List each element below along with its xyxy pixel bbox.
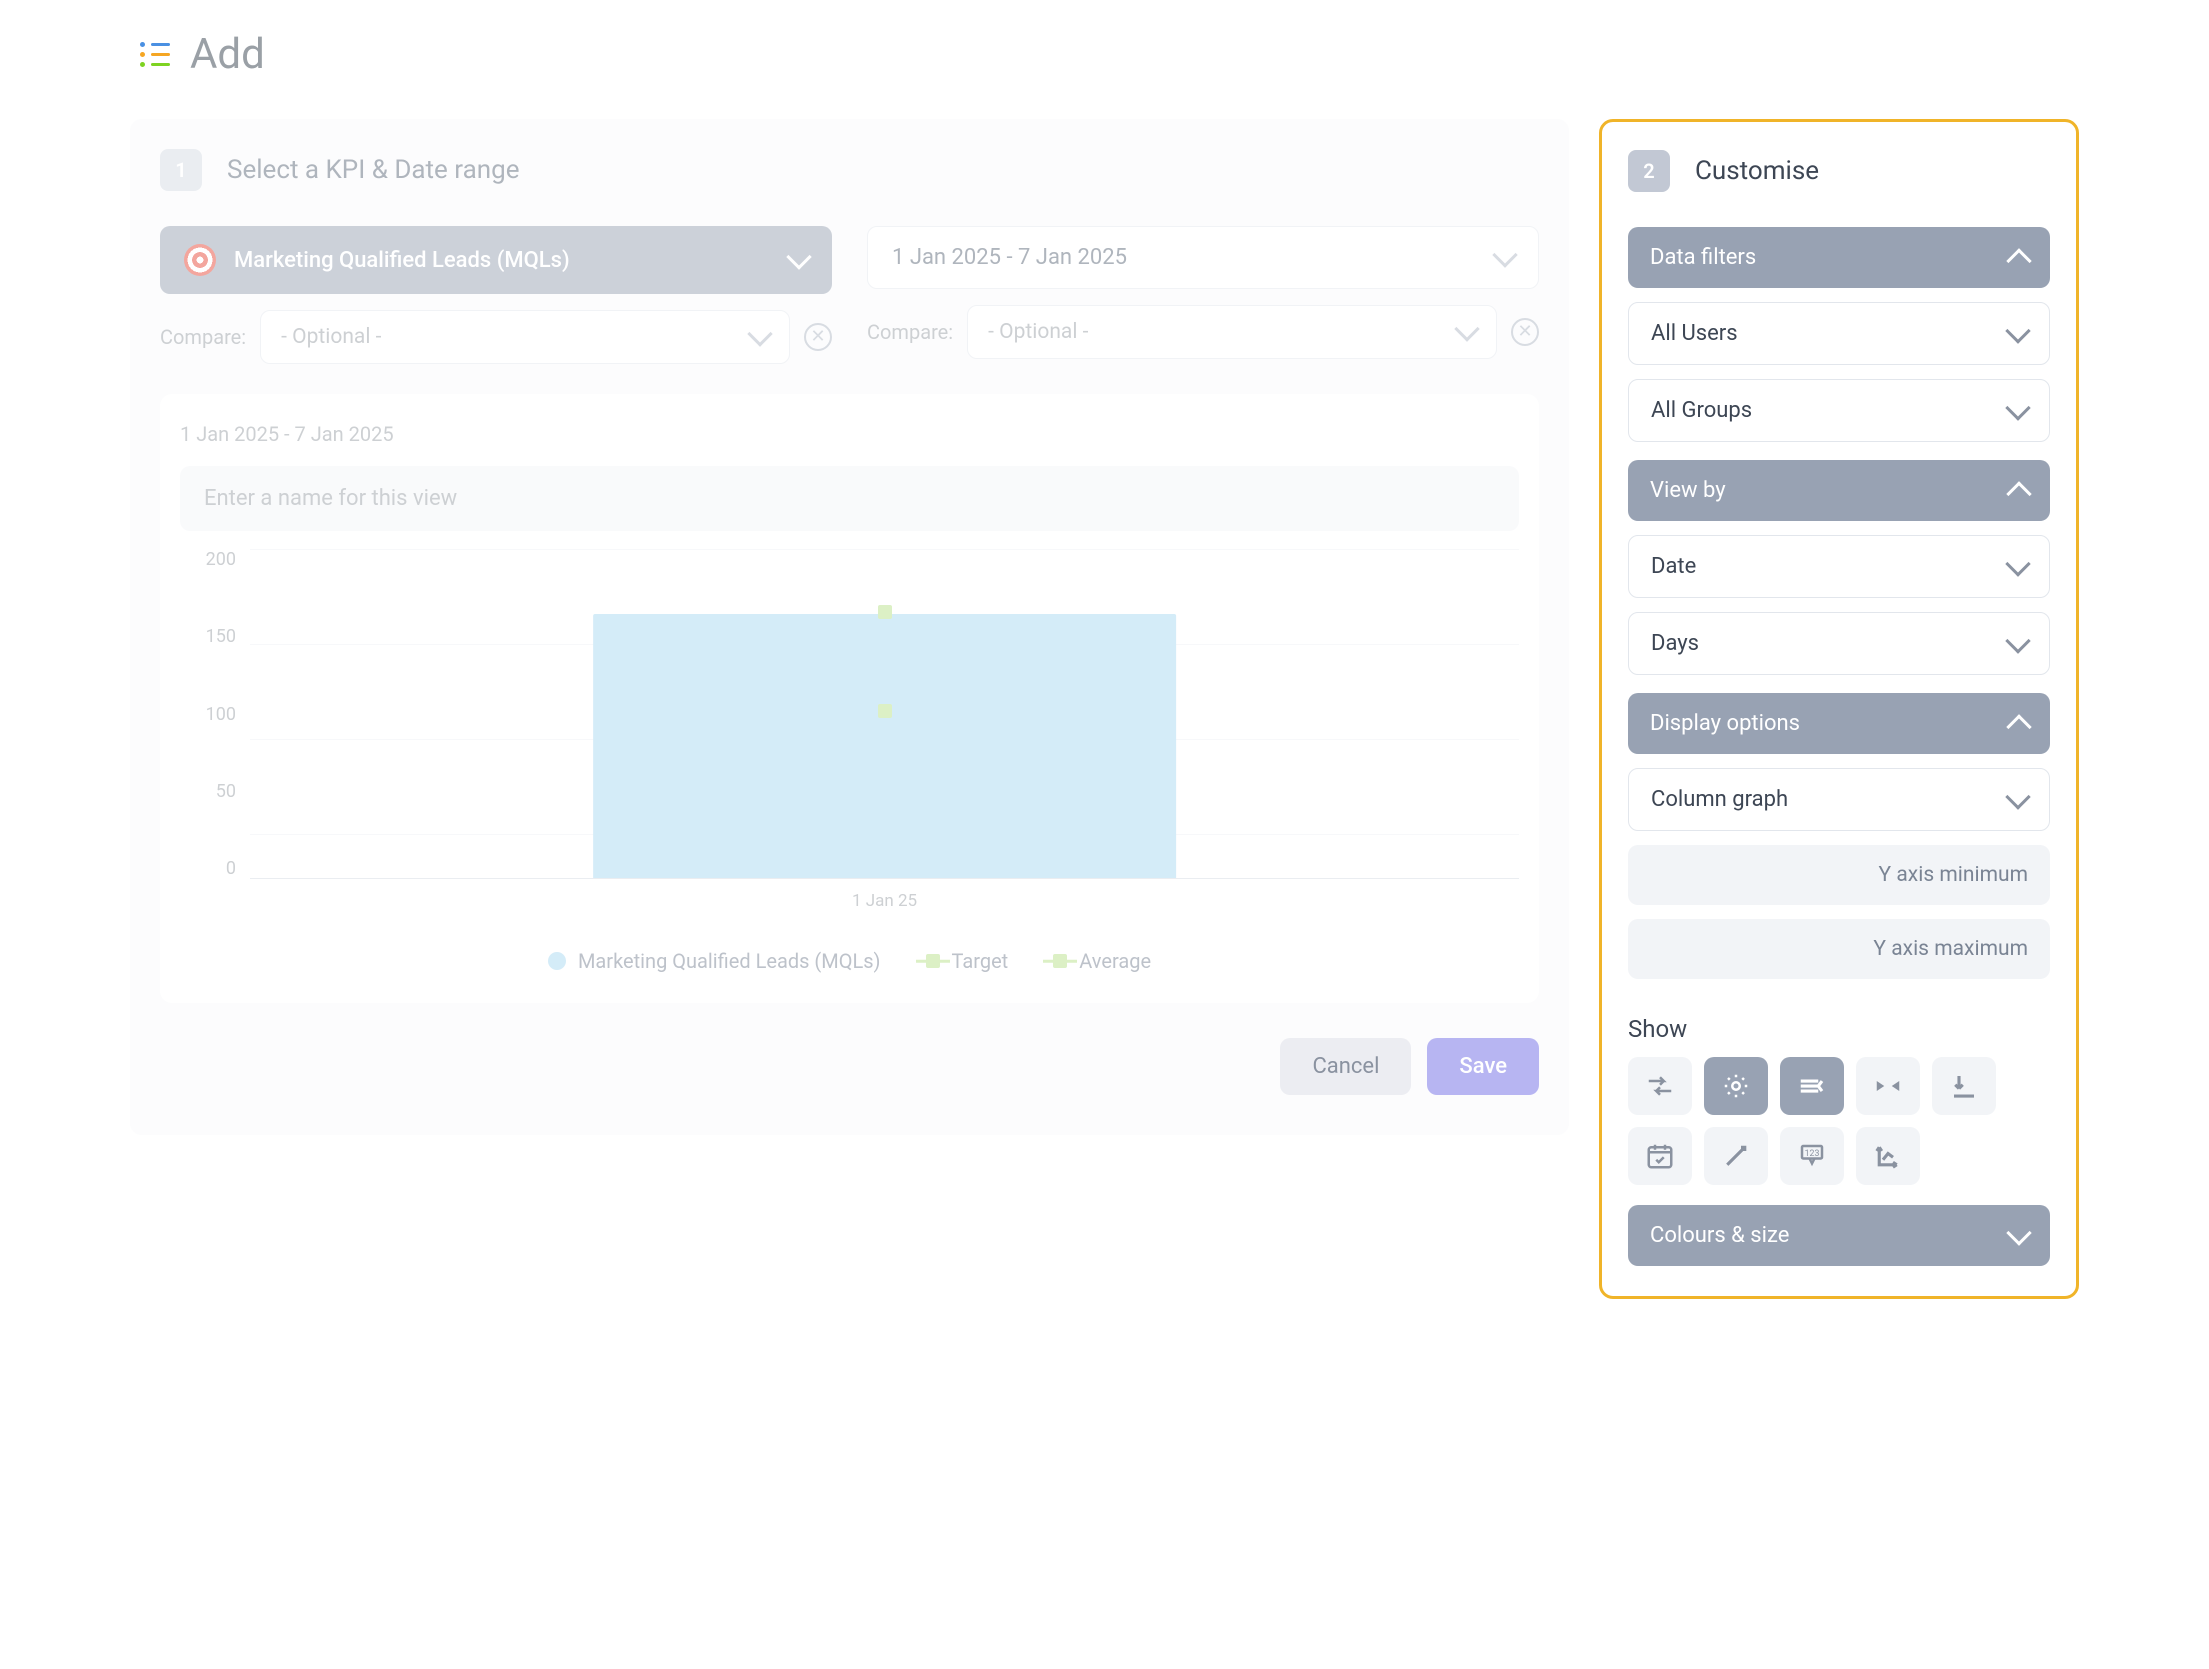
target-icon — [184, 244, 216, 276]
date-range-label: 1 Jan 2025 - 7 Jan 2025 — [892, 245, 1496, 270]
compare-arrows-icon — [1645, 1071, 1675, 1101]
kpi-select-label: Marketing Qualified Leads (MQLs) — [234, 248, 772, 273]
show-date-toggle[interactable] — [1628, 1127, 1692, 1185]
legend-swatch-icon — [926, 954, 940, 968]
axes-icon — [1873, 1141, 1903, 1171]
chevron-down-icon — [747, 321, 772, 346]
chart-date-range: 1 Jan 2025 - 7 Jan 2025 — [180, 422, 1519, 446]
display-options-header[interactable]: Display options — [1628, 693, 2050, 754]
chevron-down-icon — [2005, 628, 2030, 653]
chevron-down-icon — [2005, 318, 2030, 343]
chevron-up-icon — [2006, 248, 2031, 273]
legend-swatch-icon — [548, 952, 566, 970]
y-tick: 100 — [206, 704, 236, 725]
clear-compare-date-button[interactable]: ✕ — [1511, 318, 1539, 346]
data-filters-header[interactable]: Data filters — [1628, 227, 2050, 288]
step2-badge: 2 — [1628, 150, 1670, 192]
show-target-toggle[interactable] — [1704, 1057, 1768, 1115]
users-filter-select[interactable]: All Users — [1628, 302, 2050, 365]
compare-label: Compare: — [160, 325, 246, 349]
chart-plot: 200 150 100 50 0 1 Jan 25 — [180, 549, 1519, 929]
chevron-down-icon — [2005, 395, 2030, 420]
compare-date-placeholder: - Optional - — [988, 320, 1458, 344]
legend-swatch-icon — [1053, 954, 1067, 968]
chevron-down-icon — [2006, 1220, 2031, 1245]
step1-panel: 1 Select a KPI & Date range Marketing Qu… — [130, 119, 1569, 1135]
show-trend-toggle[interactable] — [1704, 1127, 1768, 1185]
show-baseline-toggle[interactable] — [1932, 1057, 1996, 1115]
show-gap-toggle[interactable] — [1856, 1057, 1920, 1115]
chart-legend: Marketing Qualified Leads (MQLs) Target … — [180, 949, 1519, 973]
average-marker — [878, 704, 892, 718]
view-name-input[interactable] — [180, 466, 1519, 531]
y-axis-min-input[interactable] — [1628, 845, 2050, 905]
colours-size-header[interactable]: Colours & size — [1628, 1205, 2050, 1266]
kpi-select[interactable]: Marketing Qualified Leads (MQLs) — [160, 226, 832, 294]
compare-label: Compare: — [867, 320, 953, 344]
step2-title: Customise — [1695, 156, 1819, 186]
clear-compare-kpi-button[interactable]: ✕ — [804, 323, 832, 351]
view-by-granularity-select[interactable]: Days — [1628, 612, 2050, 675]
data-label-icon: 123 — [1797, 1141, 1827, 1171]
compare-kpi-placeholder: - Optional - — [281, 325, 751, 349]
baseline-arrow-icon — [1949, 1071, 1979, 1101]
y-tick: 150 — [206, 626, 236, 647]
cancel-button[interactable]: Cancel — [1280, 1038, 1411, 1095]
chevron-down-icon — [786, 244, 811, 269]
step1-badge: 1 — [160, 149, 202, 191]
step1-title: Select a KPI & Date range — [227, 155, 520, 185]
step2-panel: 2 Customise Data filters All Users All G… — [1599, 119, 2079, 1299]
show-label: Show — [1628, 1015, 2050, 1043]
target-marker — [878, 605, 892, 619]
calendar-check-icon — [1645, 1141, 1675, 1171]
show-axes-toggle[interactable] — [1856, 1127, 1920, 1185]
view-by-header[interactable]: View by — [1628, 460, 2050, 521]
wand-icon — [1721, 1141, 1751, 1171]
show-average-toggle[interactable] — [1780, 1057, 1844, 1115]
chart-type-select[interactable]: Column graph — [1628, 768, 2050, 831]
y-axis-max-input[interactable] — [1628, 919, 2050, 979]
chevron-down-icon — [2005, 551, 2030, 576]
show-compare-toggle[interactable] — [1628, 1057, 1692, 1115]
chevron-down-icon — [1454, 316, 1479, 341]
legend-target: Target — [926, 949, 1009, 973]
y-tick: 200 — [206, 549, 236, 570]
y-tick: 0 — [226, 858, 236, 879]
page-header: Add — [130, 30, 2079, 79]
chevron-down-icon — [2005, 784, 2030, 809]
average-line-icon — [1797, 1071, 1827, 1101]
chart-card: 1 Jan 2025 - 7 Jan 2025 200 150 100 50 0 — [160, 394, 1539, 1003]
y-tick: 50 — [216, 781, 236, 802]
x-tick: 1 Jan 25 — [852, 891, 917, 911]
groups-filter-select[interactable]: All Groups — [1628, 379, 2050, 442]
chevron-up-icon — [2006, 481, 2031, 506]
show-values-toggle[interactable]: 123 — [1780, 1127, 1844, 1185]
legend-series: Marketing Qualified Leads (MQLs) — [548, 949, 881, 973]
target-sun-icon — [1721, 1071, 1751, 1101]
svg-text:123: 123 — [1805, 1149, 1820, 1159]
view-by-dimension-select[interactable]: Date — [1628, 535, 2050, 598]
gap-arrows-icon — [1873, 1071, 1903, 1101]
page-title: Add — [190, 30, 265, 79]
chart-bar — [593, 614, 1177, 878]
compare-kpi-select[interactable]: - Optional - — [260, 310, 790, 364]
date-range-select[interactable]: 1 Jan 2025 - 7 Jan 2025 — [867, 226, 1539, 289]
list-icon — [140, 40, 170, 70]
chevron-up-icon — [2006, 714, 2031, 739]
compare-date-select[interactable]: - Optional - — [967, 305, 1497, 359]
chevron-down-icon — [1492, 242, 1517, 267]
legend-average: Average — [1053, 949, 1151, 973]
save-button[interactable]: Save — [1427, 1038, 1539, 1095]
